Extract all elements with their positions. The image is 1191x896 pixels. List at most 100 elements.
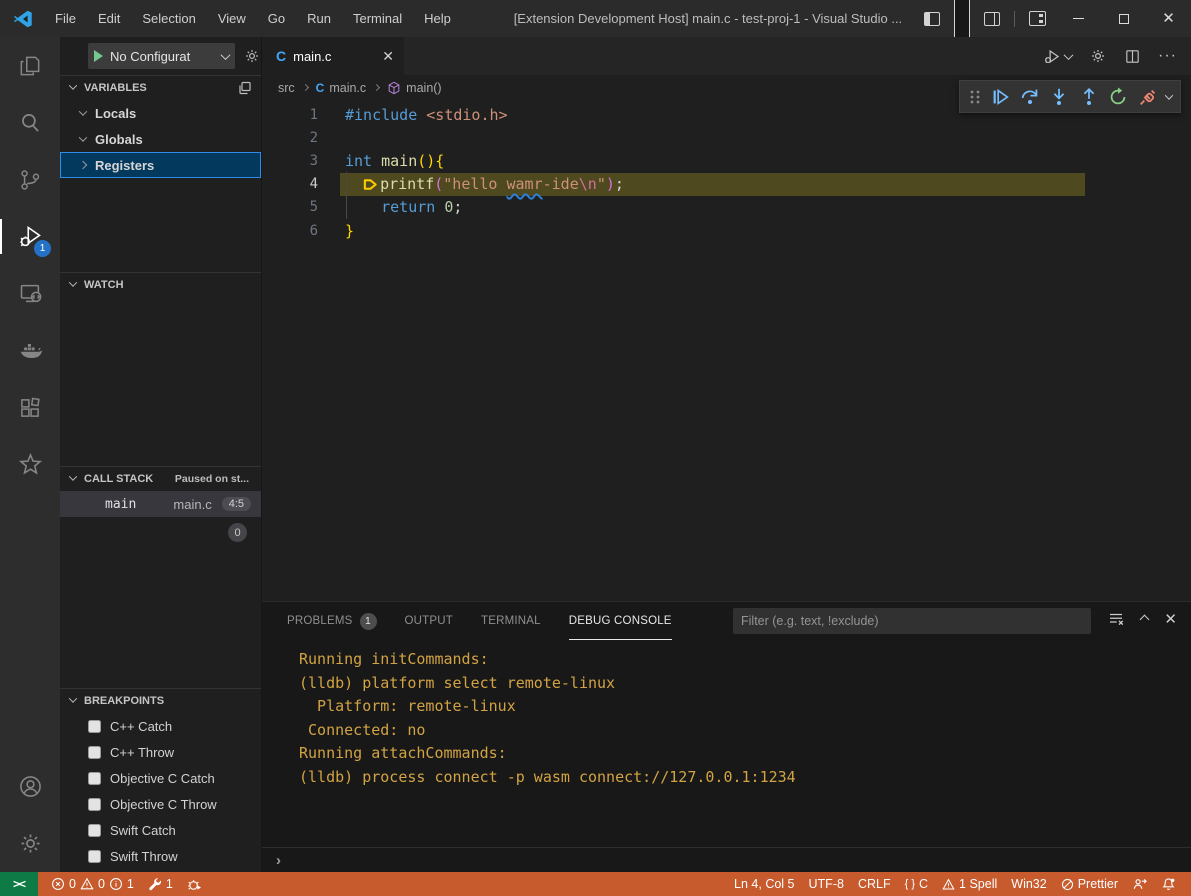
source-control-icon[interactable] bbox=[0, 151, 60, 208]
breakpoint-row-objc-throw[interactable]: Objective C Throw bbox=[60, 791, 261, 817]
customize-layout-icon[interactable] bbox=[1029, 11, 1046, 26]
accounts-icon[interactable] bbox=[0, 758, 60, 815]
line-number[interactable]: 3 bbox=[262, 153, 345, 169]
breakpoint-row-objc-catch[interactable]: Objective C Catch bbox=[60, 765, 261, 791]
extensions-icon[interactable] bbox=[0, 379, 60, 436]
debug-console-output[interactable]: Running initCommands: (lldb) platform se… bbox=[262, 640, 1191, 847]
wamr-ide-star-icon[interactable] bbox=[0, 436, 60, 493]
variables-header[interactable]: VARIABLES bbox=[60, 76, 261, 100]
docker-icon[interactable] bbox=[0, 322, 60, 379]
toggle-sidebar-icon[interactable] bbox=[924, 12, 940, 26]
chevron-down-icon bbox=[69, 694, 77, 702]
breakpoint-row-swift-throw[interactable]: Swift Throw bbox=[60, 843, 261, 869]
clear-console-icon[interactable] bbox=[1107, 610, 1125, 628]
notifications-bell-icon[interactable] bbox=[1154, 872, 1183, 896]
editor-settings-gear-icon[interactable] bbox=[1089, 47, 1107, 65]
tab-debug-console[interactable]: DEBUG CONSOLE bbox=[569, 602, 672, 640]
language-mode[interactable]: { } C bbox=[898, 872, 935, 896]
maximize-panel-icon[interactable] bbox=[1140, 614, 1150, 624]
breakpoint-row-swift-catch[interactable]: Swift Catch bbox=[60, 817, 261, 843]
remote-indicator[interactable]: >< bbox=[0, 872, 38, 896]
menu-selection[interactable]: Selection bbox=[131, 0, 206, 37]
menu-run[interactable]: Run bbox=[296, 0, 342, 37]
feedback-icon[interactable] bbox=[1125, 872, 1154, 896]
menu-view[interactable]: View bbox=[207, 0, 257, 37]
tab-output[interactable]: OUTPUT bbox=[405, 602, 453, 640]
variables-globals-row[interactable]: Globals bbox=[60, 126, 261, 152]
encoding-indicator[interactable]: UTF-8 bbox=[802, 872, 851, 896]
toolbar-drag-handle[interactable] bbox=[968, 89, 982, 105]
line-number[interactable]: 6 bbox=[262, 223, 345, 239]
line-number[interactable]: 1 bbox=[262, 107, 345, 123]
split-editor-icon[interactable] bbox=[1124, 48, 1141, 65]
maximize-button[interactable] bbox=[1101, 0, 1146, 37]
ports-status[interactable]: 1 bbox=[141, 872, 180, 896]
call-stack-header[interactable]: CALL STACK Paused on st... bbox=[60, 467, 261, 491]
breadcrumb-folder[interactable]: src bbox=[278, 81, 295, 95]
menu-file[interactable]: File bbox=[44, 0, 87, 37]
close-panel-icon[interactable]: ✕ bbox=[1164, 610, 1177, 628]
step-over-button[interactable] bbox=[1019, 86, 1041, 108]
breakpoints-header[interactable]: BREAKPOINTS bbox=[60, 689, 261, 713]
launch-config-gear-icon[interactable] bbox=[243, 47, 261, 65]
minimize-button[interactable] bbox=[1056, 0, 1101, 37]
checkbox-unchecked[interactable] bbox=[88, 824, 101, 837]
menu-edit[interactable]: Edit bbox=[87, 0, 131, 37]
tab-problems[interactable]: PROBLEMS 1 bbox=[287, 602, 377, 640]
menu-terminal[interactable]: Terminal bbox=[342, 0, 413, 37]
step-out-button[interactable] bbox=[1078, 86, 1100, 108]
debug-console-input[interactable]: › bbox=[262, 847, 1191, 872]
cursor-position[interactable]: Ln 4, Col 5 bbox=[727, 872, 801, 896]
spell-checker-status[interactable]: 1 Spell bbox=[935, 872, 1004, 896]
close-button[interactable]: ✕ bbox=[1146, 0, 1191, 37]
locals-label: Locals bbox=[95, 106, 136, 121]
menu-help[interactable]: Help bbox=[413, 0, 462, 37]
line-number[interactable]: 2 bbox=[262, 130, 345, 146]
search-icon[interactable] bbox=[0, 94, 60, 151]
platform-indicator[interactable]: Win32 bbox=[1004, 872, 1053, 896]
debug-status[interactable] bbox=[180, 872, 209, 896]
menu-go[interactable]: Go bbox=[257, 0, 296, 37]
disconnect-button[interactable] bbox=[1137, 86, 1159, 108]
code-token-spellcheck: wamr bbox=[507, 175, 543, 193]
debug-toolbar-dropdown-icon[interactable] bbox=[1165, 91, 1173, 99]
titlebar-separator bbox=[1014, 11, 1015, 27]
checkbox-unchecked[interactable] bbox=[88, 798, 101, 811]
continue-button[interactable] bbox=[989, 86, 1011, 108]
variables-registers-row[interactable]: Registers bbox=[60, 152, 261, 178]
start-debug-icon[interactable] bbox=[94, 50, 103, 62]
explorer-icon[interactable] bbox=[0, 37, 60, 94]
remote-explorer-icon[interactable] bbox=[0, 265, 60, 322]
tab-close-icon[interactable]: ✕ bbox=[382, 48, 394, 65]
line-number[interactable]: 5 bbox=[262, 199, 345, 215]
code-token: printf bbox=[380, 175, 434, 193]
copy-icon[interactable] bbox=[237, 80, 253, 96]
more-actions-icon[interactable]: ··· bbox=[1158, 47, 1177, 65]
breadcrumb-symbol[interactable]: main() bbox=[406, 81, 441, 95]
stack-frame-row[interactable]: main main.c 4:5 bbox=[60, 491, 261, 517]
formatter-status[interactable]: Prettier bbox=[1054, 872, 1125, 896]
tab-main-c[interactable]: C main.c ✕ bbox=[262, 37, 405, 75]
debug-configuration-dropdown[interactable]: No Configurat bbox=[88, 43, 235, 69]
watch-header[interactable]: WATCH bbox=[60, 273, 261, 297]
variables-locals-row[interactable]: Locals bbox=[60, 100, 261, 126]
breakpoint-row-cpp-catch[interactable]: C++ Catch bbox=[60, 713, 261, 739]
checkbox-unchecked[interactable] bbox=[88, 772, 101, 785]
run-and-debug-icon[interactable]: 1 bbox=[0, 208, 60, 265]
checkbox-unchecked[interactable] bbox=[88, 720, 101, 733]
checkbox-unchecked[interactable] bbox=[88, 746, 101, 759]
problems-status[interactable]: 0 0 1 bbox=[44, 872, 141, 896]
console-filter-input[interactable] bbox=[733, 608, 1091, 634]
restart-button[interactable] bbox=[1107, 86, 1129, 108]
breakpoint-row-cpp-throw[interactable]: C++ Throw bbox=[60, 739, 261, 765]
code-editor[interactable]: 1 #include <stdio.h> 2 3 int main(){ 4 p… bbox=[262, 100, 1191, 601]
eol-indicator[interactable]: CRLF bbox=[851, 872, 898, 896]
toggle-secondary-sidebar-icon[interactable] bbox=[984, 12, 1000, 26]
step-into-button[interactable] bbox=[1048, 86, 1070, 108]
settings-gear-icon[interactable] bbox=[0, 815, 60, 872]
breadcrumb-file[interactable]: main.c bbox=[329, 81, 366, 95]
checkbox-unchecked[interactable] bbox=[88, 850, 101, 863]
tab-terminal[interactable]: TERMINAL bbox=[481, 602, 541, 640]
line-number[interactable]: 4 bbox=[262, 176, 345, 192]
run-or-debug-button[interactable] bbox=[1043, 47, 1072, 66]
